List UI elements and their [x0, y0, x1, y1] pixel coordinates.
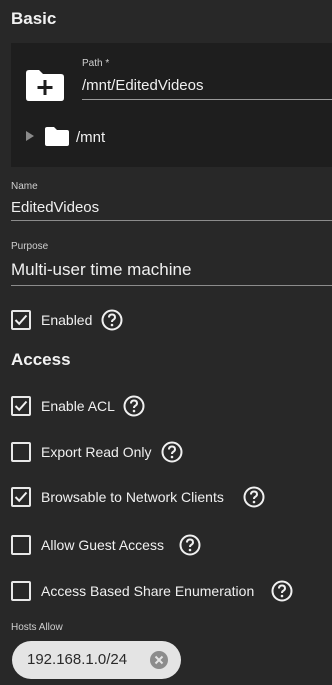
help-icon[interactable]	[271, 580, 293, 602]
browsable-label: Browsable to Network Clients	[41, 489, 224, 505]
name-input[interactable]: EditedVideos	[11, 199, 99, 216]
remove-chip-icon[interactable]	[150, 651, 168, 669]
expand-arrow-icon[interactable]	[26, 131, 34, 141]
create-folder-button[interactable]	[25, 67, 65, 102]
host-chip-label: 192.168.1.0/24	[27, 651, 128, 668]
path-input[interactable]: /mnt/EditedVideos	[82, 77, 203, 94]
name-label: Name	[11, 181, 38, 192]
path-label: Path *	[82, 58, 110, 69]
access-section-title: Access	[11, 350, 71, 369]
host-chip[interactable]: 192.168.1.0/24	[12, 641, 181, 679]
check-icon	[14, 314, 28, 326]
hosts-allow-label: Hosts Allow	[11, 622, 63, 633]
path-underline	[82, 99, 332, 100]
check-icon	[14, 400, 28, 412]
enabled-checkbox[interactable]	[11, 310, 31, 330]
enable-acl-checkbox[interactable]	[11, 396, 31, 416]
abse-checkbox[interactable]	[11, 581, 31, 601]
file-explorer: Path * /mnt/EditedVideos /mnt	[11, 43, 332, 167]
export-read-only-label: Export Read Only	[41, 444, 152, 460]
enable-acl-label: Enable ACL	[41, 398, 115, 414]
purpose-underline	[11, 285, 332, 286]
abse-label: Access Based Share Enumeration	[41, 583, 255, 599]
export-read-only-checkbox[interactable]	[11, 442, 31, 462]
browsable-checkbox[interactable]	[11, 487, 31, 507]
folder-icon	[44, 125, 70, 147]
help-icon[interactable]	[161, 441, 183, 463]
purpose-select[interactable]: Multi-user time machine	[11, 260, 191, 280]
check-icon	[14, 491, 28, 503]
help-icon[interactable]	[243, 486, 265, 508]
enabled-label: Enabled	[41, 312, 93, 328]
folder-plus-icon	[26, 70, 64, 101]
tree-node-mnt[interactable]: /mnt	[76, 129, 105, 146]
help-icon[interactable]	[179, 534, 201, 556]
help-icon[interactable]	[101, 309, 123, 331]
help-icon[interactable]	[123, 395, 145, 417]
basic-section-title: Basic	[11, 9, 57, 28]
allow-guest-access-label: Allow Guest Access	[41, 537, 164, 553]
purpose-label: Purpose	[11, 241, 49, 252]
allow-guest-access-checkbox[interactable]	[11, 535, 31, 555]
name-underline	[11, 220, 332, 221]
